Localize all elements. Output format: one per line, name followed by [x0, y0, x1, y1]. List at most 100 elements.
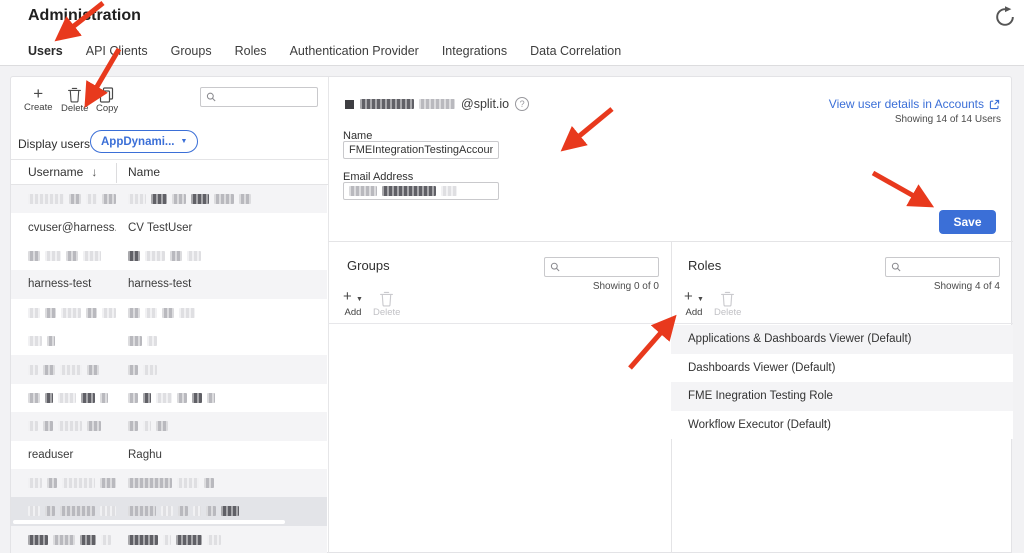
add-label: Add	[343, 307, 363, 318]
groups-delete-button[interactable]: Delete	[373, 291, 400, 318]
trash-icon	[67, 87, 82, 103]
plus-caret-icon: + ▼	[684, 290, 704, 307]
plus-caret-icon: + ▼	[343, 290, 363, 307]
table-row[interactable]: harness-testharness-test	[11, 270, 327, 298]
table-cell	[11, 336, 116, 346]
table-row[interactable]	[11, 242, 327, 270]
users-admin-card: + Create Delete Copy Showing 14 of 14 Us…	[10, 76, 1012, 553]
redacted-block	[179, 308, 195, 318]
redacted-block	[156, 393, 172, 403]
redacted-block	[28, 478, 42, 488]
help-icon[interactable]: ?	[515, 97, 529, 111]
create-label: Create	[24, 102, 53, 113]
redacted-email	[360, 99, 455, 109]
column-username[interactable]: Username	[11, 165, 83, 179]
table-row[interactable]	[11, 355, 327, 383]
redacted-block	[101, 535, 111, 545]
table-cell	[116, 393, 327, 403]
copy-icon	[99, 87, 115, 103]
redacted-block	[66, 251, 78, 261]
redacted-block	[156, 421, 168, 431]
create-user-button[interactable]: + Create	[24, 86, 53, 113]
list-item[interactable]: FME Inegration Testing Role	[671, 382, 1013, 411]
redacted-block	[145, 308, 157, 318]
list-item[interactable]: Applications & Dashboards Viewer (Defaul…	[671, 325, 1013, 354]
redacted-block	[143, 393, 151, 403]
name-input[interactable]	[343, 141, 499, 159]
chevron-down-icon: ▼	[180, 138, 187, 145]
table-row[interactable]	[11, 327, 327, 355]
table-row[interactable]	[11, 384, 327, 412]
table-row[interactable]	[11, 412, 327, 440]
user-list: cvuser@harness.ioCV TestUser harness-test…	[11, 185, 327, 553]
table-row[interactable]	[11, 185, 327, 213]
table-cell	[11, 535, 116, 545]
table-row[interactable]: cvuser@harness.ioCV TestUser	[11, 213, 327, 241]
redacted-block	[28, 336, 42, 346]
refresh-icon[interactable]	[994, 6, 1016, 28]
redacted-block	[204, 478, 214, 488]
table-cell: readuser	[11, 449, 116, 461]
redacted-block	[83, 251, 101, 261]
delete-user-button[interactable]: Delete	[61, 87, 88, 114]
roles-list: Applications & Dashboards Viewer (Defaul…	[671, 325, 1013, 439]
trash-icon	[720, 291, 735, 307]
table-row[interactable]: readuserRaghu	[11, 441, 327, 469]
groups-search-input[interactable]	[564, 261, 653, 273]
redacted-block	[28, 506, 40, 516]
redacted-block	[86, 194, 97, 204]
redacted-block	[28, 535, 48, 545]
copy-user-button[interactable]: Copy	[96, 87, 118, 114]
redacted-block	[382, 186, 436, 196]
table-cell	[116, 336, 327, 346]
redacted-block	[207, 393, 215, 403]
user-search	[200, 87, 318, 107]
plus-icon: +	[24, 86, 53, 102]
email-input[interactable]	[343, 182, 499, 200]
column-name[interactable]: Name	[128, 165, 160, 179]
redacted-block	[60, 365, 82, 375]
dropdown-value: AppDynami...	[101, 136, 174, 148]
redacted-block	[176, 535, 202, 545]
trash-icon	[379, 291, 394, 307]
table-row[interactable]	[11, 299, 327, 327]
horizontal-scrollbar[interactable]	[13, 520, 285, 524]
roles-add-button[interactable]: + ▼ Add	[684, 290, 704, 318]
delete-label: Delete	[373, 307, 400, 318]
roles-search-input[interactable]	[905, 261, 994, 273]
roles-delete-button[interactable]: Delete	[714, 291, 741, 318]
page-title: Administration	[28, 7, 141, 25]
save-button[interactable]: Save	[939, 210, 996, 234]
redacted-block	[53, 535, 75, 545]
redacted-block	[193, 506, 201, 516]
redacted-block	[81, 393, 95, 403]
roles-search	[885, 257, 1000, 277]
external-link-icon	[989, 99, 1000, 110]
left-panel-divider	[328, 77, 329, 553]
table-cell	[11, 308, 116, 318]
search-icon	[206, 91, 216, 103]
table-cell: harness-test	[11, 278, 116, 290]
table-cell	[11, 251, 116, 261]
redacted-block	[161, 506, 173, 516]
redacted-block	[187, 251, 201, 261]
redacted-block	[145, 251, 165, 261]
email-domain: @split.io	[461, 97, 509, 111]
table-cell	[11, 506, 116, 516]
table-row[interactable]	[11, 469, 327, 497]
redacted-block	[80, 535, 96, 545]
list-item[interactable]: Workflow Executor (Default)	[671, 411, 1013, 440]
table-row[interactable]	[11, 526, 327, 553]
view-accounts-link[interactable]: View user details in Accounts	[829, 97, 1000, 111]
redacted-block	[45, 308, 57, 318]
roles-count: Showing 4 of 4	[885, 281, 1000, 292]
table-cell: cvuser@harness.io	[11, 222, 116, 234]
redacted-block	[43, 421, 53, 431]
redacted-block	[147, 336, 157, 346]
redacted-block	[419, 99, 455, 109]
sort-desc-icon[interactable]: ↓	[91, 165, 97, 179]
user-source-dropdown[interactable]: AppDynami... ▼	[90, 130, 198, 153]
list-item[interactable]: Dashboards Viewer (Default)	[671, 354, 1013, 383]
groups-add-button[interactable]: + ▼ Add	[343, 290, 363, 318]
user-search-input[interactable]	[220, 91, 312, 103]
